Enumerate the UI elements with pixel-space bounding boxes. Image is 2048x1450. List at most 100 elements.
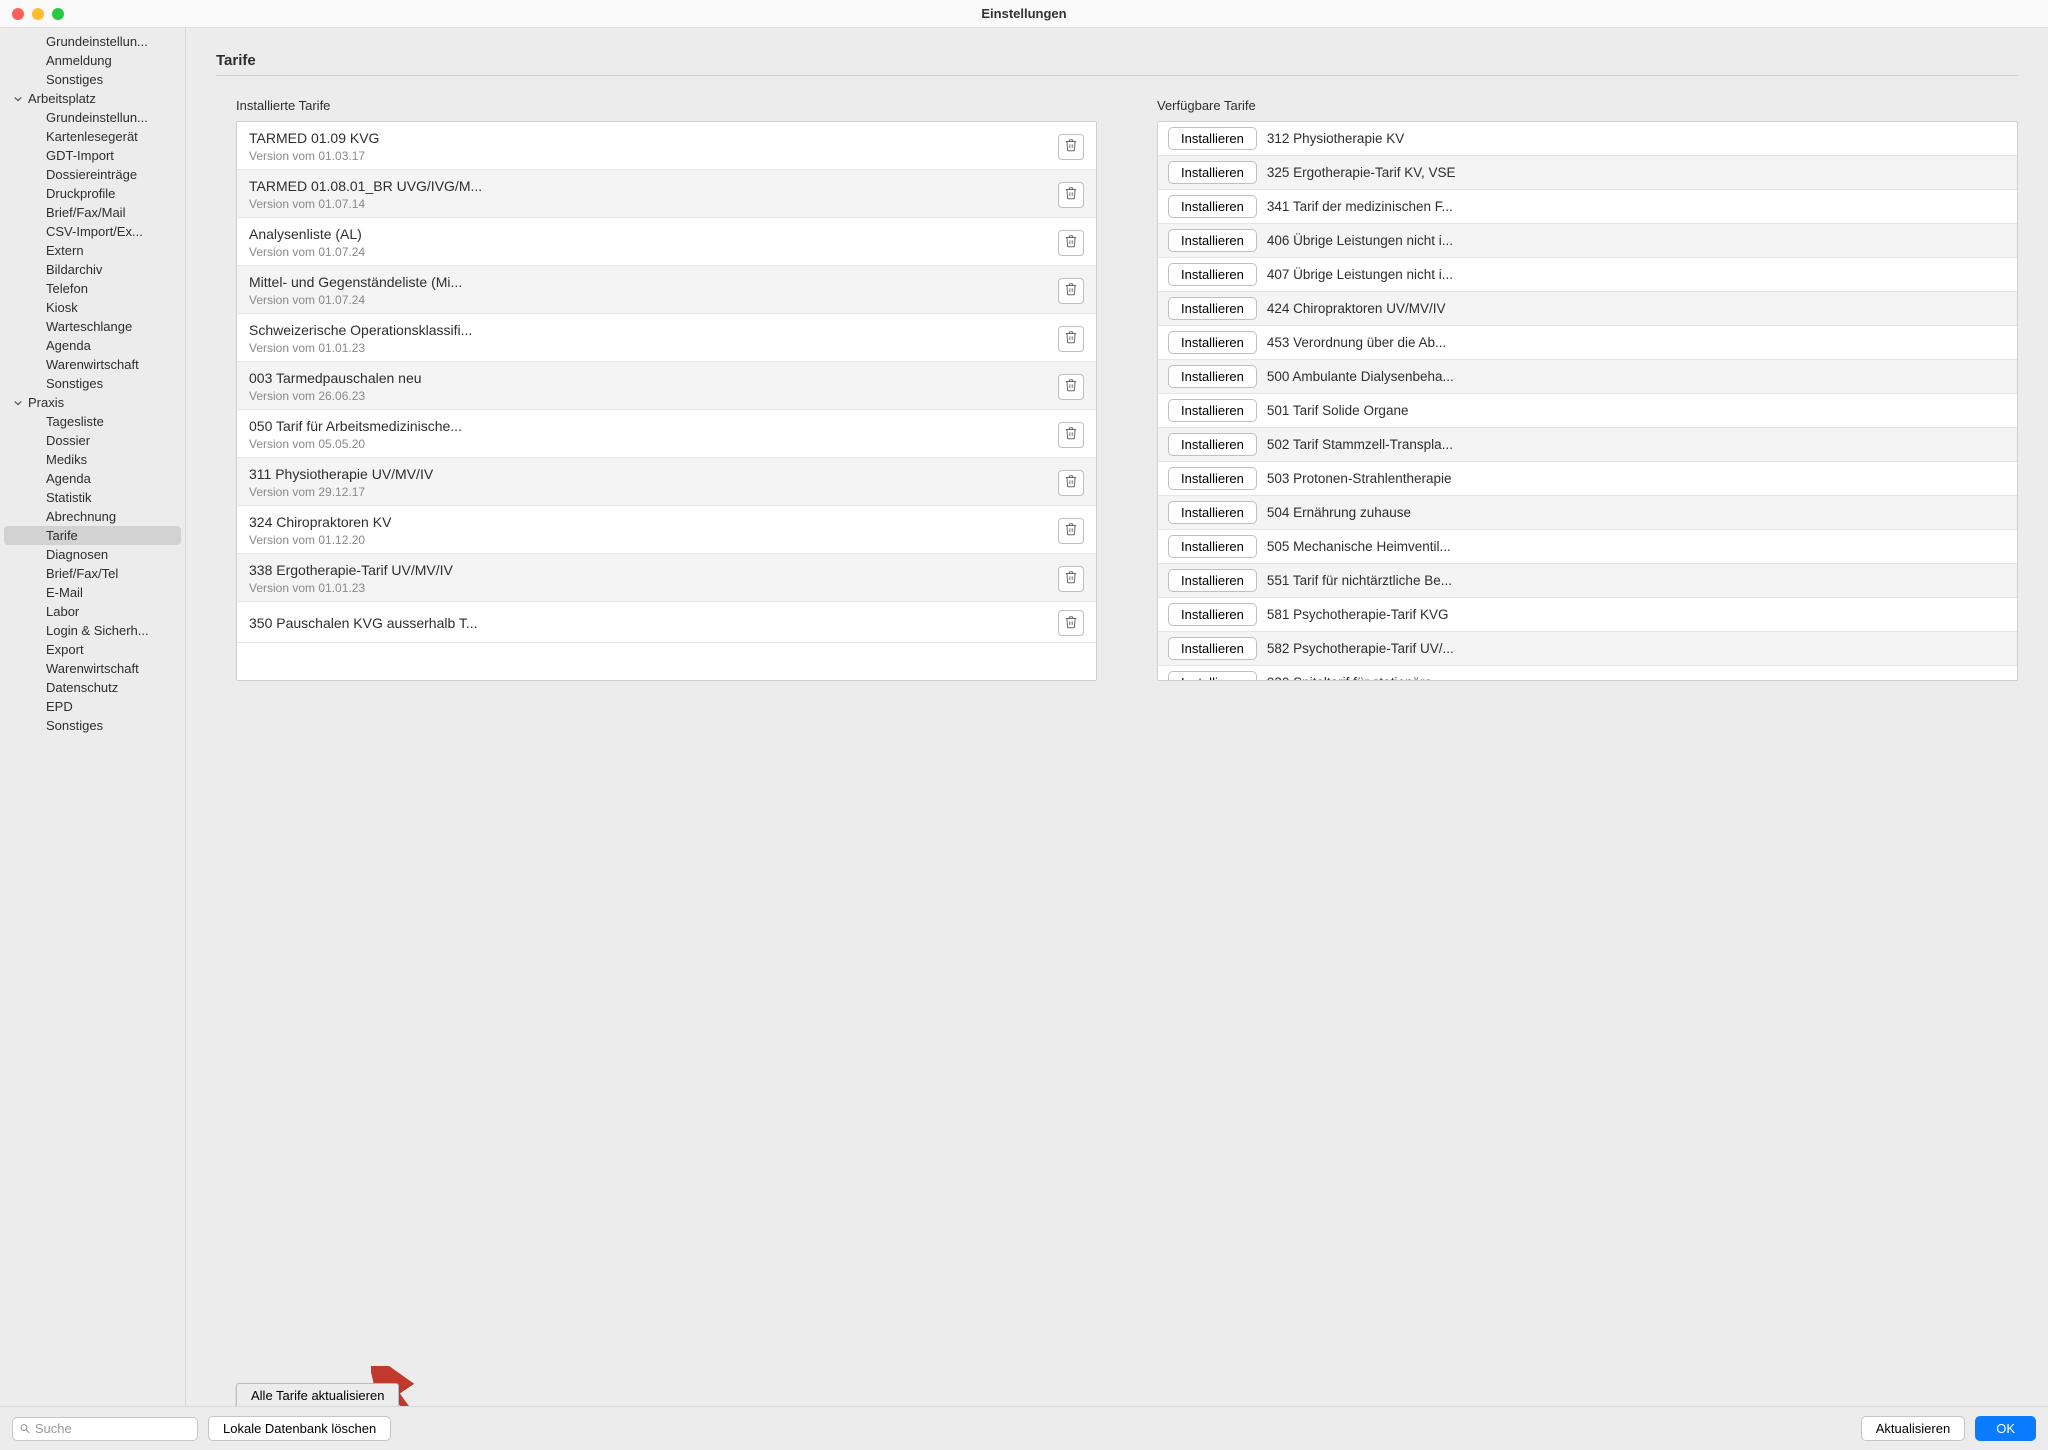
- install-button[interactable]: Installieren: [1168, 603, 1257, 626]
- install-button[interactable]: Installieren: [1168, 671, 1257, 681]
- sidebar-item[interactable]: Extern: [0, 241, 185, 260]
- available-row: Installieren504 Ernährung zuhause: [1158, 496, 2017, 530]
- ok-button[interactable]: OK: [1975, 1416, 2036, 1441]
- delete-local-db-button[interactable]: Lokale Datenbank löschen: [208, 1416, 391, 1441]
- sidebar-group-header[interactable]: Praxis: [0, 393, 185, 412]
- sidebar-item[interactable]: Bildarchiv: [0, 260, 185, 279]
- install-button[interactable]: Installieren: [1168, 297, 1257, 320]
- install-button[interactable]: Installieren: [1168, 467, 1257, 490]
- installed-row[interactable]: Mittel- und Gegenständeliste (Mi...Versi…: [237, 266, 1096, 314]
- sidebar-item[interactable]: Dossiereinträge: [0, 165, 185, 184]
- sidebar-item[interactable]: Grundeinstellun...: [0, 108, 185, 127]
- delete-tariff-button[interactable]: [1058, 374, 1084, 400]
- update-all-button[interactable]: Alle Tarife aktualisieren: [236, 1383, 399, 1406]
- sidebar-item[interactable]: Login & Sicherh...: [0, 621, 185, 640]
- sidebar: Grundeinstellun...AnmeldungSonstigesArbe…: [0, 28, 186, 1406]
- search-field[interactable]: [12, 1417, 198, 1441]
- available-row: Installieren501 Tarif Solide Organe: [1158, 394, 2017, 428]
- install-button[interactable]: Installieren: [1168, 433, 1257, 456]
- available-row: Installieren 500 Ambulante Dialysenbeha..…: [1158, 360, 2017, 394]
- installed-row[interactable]: 050 Tarif für Arbeitsmedizinische...Vers…: [237, 410, 1096, 458]
- sidebar-item[interactable]: GDT-Import: [0, 146, 185, 165]
- sidebar-item[interactable]: Statistik: [0, 488, 185, 507]
- refresh-button[interactable]: Aktualisieren: [1861, 1416, 1965, 1441]
- install-button[interactable]: Installieren: [1168, 127, 1257, 150]
- sidebar-item[interactable]: Sonstiges: [0, 374, 185, 393]
- installed-row[interactable]: 324 Chiropraktoren KVVersion vom 01.12.2…: [237, 506, 1096, 554]
- install-button[interactable]: Installieren: [1168, 229, 1257, 252]
- sidebar-item[interactable]: Druckprofile: [0, 184, 185, 203]
- available-panel[interactable]: Installieren312 Physiotherapie KVInstall…: [1157, 121, 2018, 681]
- sidebar-item[interactable]: Grundeinstellun...: [0, 32, 185, 51]
- installed-row[interactable]: 311 Physiotherapie UV/MV/IVVersion vom 2…: [237, 458, 1096, 506]
- sidebar-item[interactable]: EPD: [0, 697, 185, 716]
- delete-tariff-button[interactable]: [1058, 278, 1084, 304]
- sidebar-item[interactable]: Export: [0, 640, 185, 659]
- sidebar-item[interactable]: Anmeldung: [0, 51, 185, 70]
- available-row: Installieren505 Mechanische Heimventil..…: [1158, 530, 2017, 564]
- search-input[interactable]: [35, 1421, 191, 1436]
- tariff-version: Version vom 01.07.24: [249, 245, 1058, 259]
- installed-row[interactable]: 338 Ergotherapie-Tarif UV/MV/IVVersion v…: [237, 554, 1096, 602]
- sidebar-item[interactable]: Diagnosen: [0, 545, 185, 564]
- sidebar-item[interactable]: Abrechnung: [0, 507, 185, 526]
- install-button[interactable]: Installieren: [1168, 399, 1257, 422]
- sidebar-item[interactable]: Tarife: [4, 526, 181, 545]
- tariff-version: Version vom 29.12.17: [249, 485, 1058, 499]
- tariff-version: Version vom 01.03.17: [249, 149, 1058, 163]
- install-button[interactable]: Installieren: [1168, 535, 1257, 558]
- available-tariff-name: 325 Ergotherapie-Tarif KV, VSE: [1267, 165, 2007, 180]
- installed-row[interactable]: Analysenliste (AL)Version vom 01.07.24: [237, 218, 1096, 266]
- sidebar-item[interactable]: Brief/Fax/Tel: [0, 564, 185, 583]
- sidebar-item[interactable]: Warenwirtschaft: [0, 355, 185, 374]
- sidebar-item[interactable]: Sonstiges: [0, 70, 185, 89]
- trash-icon: [1064, 426, 1078, 443]
- footer: Lokale Datenbank löschen Aktualisieren O…: [0, 1406, 2048, 1450]
- sidebar-item[interactable]: Kiosk: [0, 298, 185, 317]
- install-button[interactable]: Installieren: [1168, 263, 1257, 286]
- available-row: Installieren581 Psychotherapie-Tarif KVG: [1158, 598, 2017, 632]
- installed-row[interactable]: TARMED 01.08.01_BR UVG/IVG/M...Version v…: [237, 170, 1096, 218]
- install-button[interactable]: Installieren: [1168, 195, 1257, 218]
- sidebar-item[interactable]: Agenda: [0, 336, 185, 355]
- sidebar-item[interactable]: Labor: [0, 602, 185, 621]
- delete-tariff-button[interactable]: [1058, 518, 1084, 544]
- install-button[interactable]: Installieren: [1168, 637, 1257, 660]
- sidebar-item[interactable]: Mediks: [0, 450, 185, 469]
- available-tariff-name: 341 Tarif der medizinischen F...: [1267, 199, 2007, 214]
- sidebar-item[interactable]: CSV-Import/Ex...: [0, 222, 185, 241]
- sidebar-item[interactable]: Kartenlesegerät: [0, 127, 185, 146]
- installed-row[interactable]: 350 Pauschalen KVG ausserhalb T...: [237, 602, 1096, 643]
- delete-tariff-button[interactable]: [1058, 422, 1084, 448]
- sidebar-group-header[interactable]: Arbeitsplatz: [0, 89, 185, 108]
- install-button[interactable]: Installieren: [1168, 161, 1257, 184]
- delete-tariff-button[interactable]: [1058, 230, 1084, 256]
- available-tariff-name: 500 Ambulante Dialysenbeha...: [1267, 369, 2007, 384]
- installed-panel[interactable]: TARMED 01.09 KVGVersion vom 01.03.17TARM…: [236, 121, 1097, 681]
- sidebar-item[interactable]: Dossier: [0, 431, 185, 450]
- delete-tariff-button[interactable]: [1058, 182, 1084, 208]
- delete-tariff-button[interactable]: [1058, 610, 1084, 636]
- sidebar-item[interactable]: Datenschutz: [0, 678, 185, 697]
- sidebar-item[interactable]: Warenwirtschaft: [0, 659, 185, 678]
- install-button[interactable]: Installieren: [1168, 501, 1257, 524]
- sidebar-item[interactable]: Brief/Fax/Mail: [0, 203, 185, 222]
- install-button[interactable]: Installieren: [1168, 569, 1257, 592]
- delete-tariff-button[interactable]: [1058, 134, 1084, 160]
- installed-row[interactable]: 003 Tarmedpauschalen neuVersion vom 26.0…: [237, 362, 1096, 410]
- sidebar-item[interactable]: Sonstiges: [0, 716, 185, 735]
- sidebar-item[interactable]: Agenda: [0, 469, 185, 488]
- sidebar-item[interactable]: Tagesliste: [0, 412, 185, 431]
- install-button[interactable]: Installieren: [1168, 331, 1257, 354]
- delete-tariff-button[interactable]: [1058, 326, 1084, 352]
- sidebar-item[interactable]: E-Mail: [0, 583, 185, 602]
- delete-tariff-button[interactable]: [1058, 566, 1084, 592]
- trash-icon: [1064, 615, 1078, 632]
- installed-row[interactable]: Schweizerische Operationsklassifi...Vers…: [237, 314, 1096, 362]
- delete-tariff-button[interactable]: [1058, 470, 1084, 496]
- available-tariff-name: 551 Tarif für nichtärztliche Be...: [1267, 573, 2007, 588]
- sidebar-item[interactable]: Warteschlange: [0, 317, 185, 336]
- install-button[interactable]: Installieren: [1168, 365, 1257, 388]
- installed-row[interactable]: TARMED 01.09 KVGVersion vom 01.03.17: [237, 122, 1096, 170]
- sidebar-item[interactable]: Telefon: [0, 279, 185, 298]
